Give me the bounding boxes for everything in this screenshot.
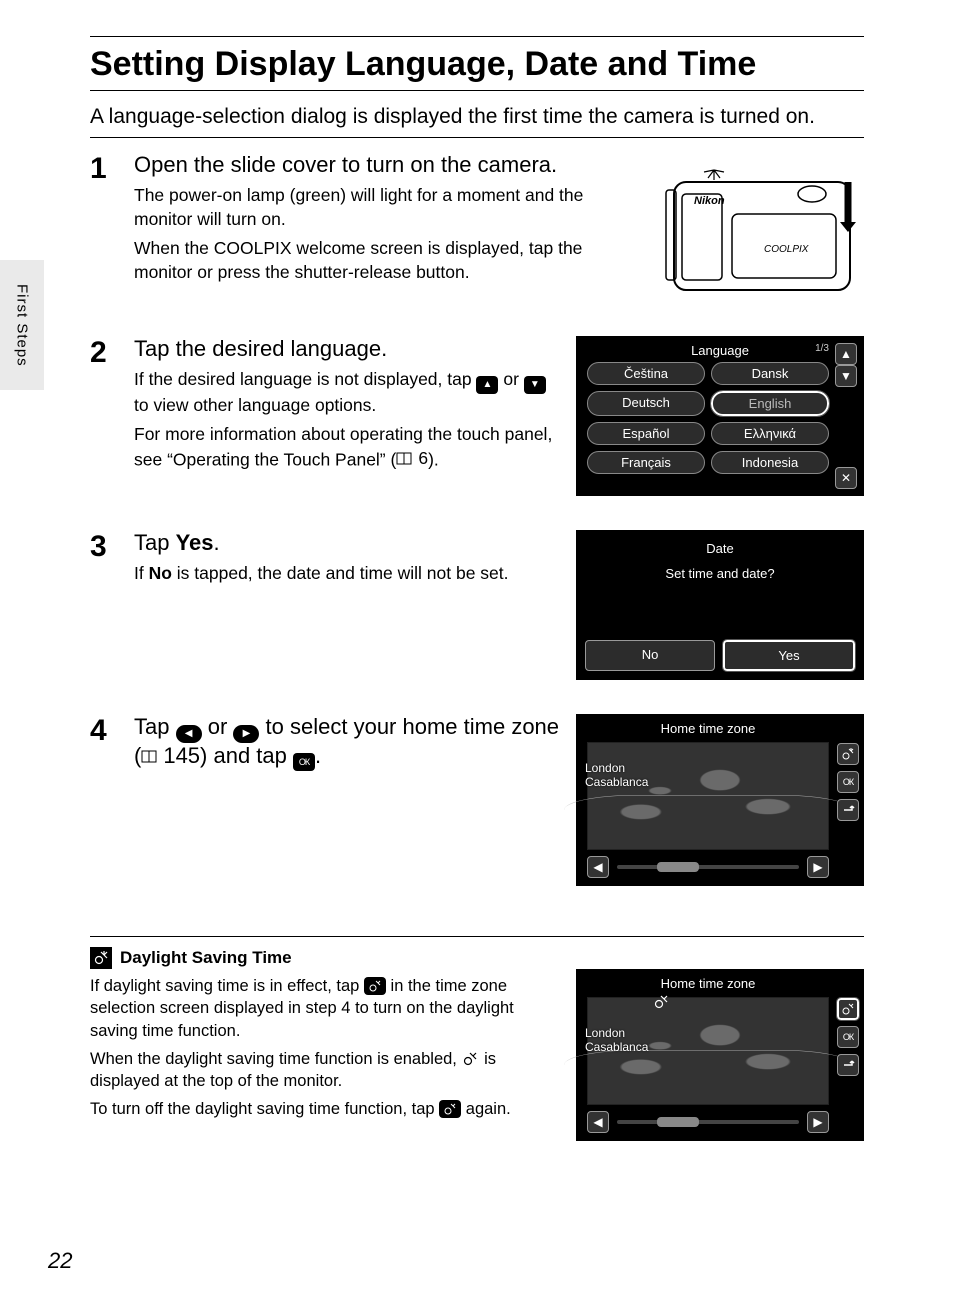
step-2-title: Tap the desired language.	[134, 336, 560, 362]
language-option[interactable]: Français	[587, 451, 705, 474]
timezone-slider-track[interactable]	[617, 865, 799, 869]
note-section: Daylight Saving Time If daylight saving …	[90, 936, 864, 1141]
manual-page: First Steps 22 Setting Display Language,…	[0, 0, 954, 1314]
page-number: 22	[48, 1248, 72, 1274]
language-option-selected[interactable]: English	[711, 391, 829, 416]
language-option[interactable]: Dansk	[711, 362, 829, 385]
date-screen: Date Set time and date? No Yes	[576, 530, 864, 680]
right-arrow-icon: ▶	[233, 725, 259, 743]
step-4-title: Tap ◀ or ▶ to select your home time zone…	[134, 714, 560, 771]
ok-button[interactable]: ОК	[837, 771, 859, 793]
step-4: 4 Tap ◀ or ▶ to select your home time zo…	[90, 700, 864, 906]
dst-icon	[439, 1100, 461, 1118]
camera-line-label: COOLPIX	[764, 244, 809, 255]
dst-toggle-button-active[interactable]	[837, 998, 859, 1020]
close-button[interactable]: ✕	[835, 467, 857, 489]
timezone-slider-track[interactable]	[617, 1120, 799, 1124]
step-1: 1 Open the slide cover to turn on the ca…	[90, 138, 864, 322]
note-p2: When the daylight saving time function i…	[90, 1048, 564, 1093]
step-1-p1: The power-on lamp (green) will light for…	[134, 184, 638, 231]
section-tab: First Steps	[0, 260, 44, 390]
step-3-title: Tap Yes.	[134, 530, 560, 556]
step-number: 1	[90, 152, 120, 184]
step-1-title: Open the slide cover to turn on the came…	[134, 152, 638, 178]
dst-enabled-icon	[461, 1050, 479, 1068]
world-map	[587, 742, 829, 850]
step-3-p1: If No is tapped, the date and time will …	[134, 562, 560, 586]
scroll-down-button[interactable]: ▼	[835, 365, 857, 387]
ok-button[interactable]: ОК	[837, 1026, 859, 1048]
language-page-indicator: 1/3	[815, 343, 829, 354]
ok-icon: ОК	[293, 753, 315, 771]
left-arrow-icon: ◀	[176, 725, 202, 743]
dst-icon	[364, 977, 386, 995]
timezone-screen: Home time zone London Casablanca ◀ ▶	[576, 714, 864, 886]
timezone-left-button[interactable]: ◀	[587, 856, 609, 878]
up-arrow-icon: ▲	[476, 376, 498, 394]
step-number: 3	[90, 530, 120, 562]
timezone-right-button[interactable]: ▶	[807, 856, 829, 878]
timezone-screen-title: Home time zone	[587, 976, 829, 991]
page-title: Setting Display Language, Date and Time	[90, 45, 864, 84]
camera-brand: Nikon	[694, 195, 725, 207]
section-tab-label: First Steps	[14, 284, 31, 367]
note-heading: Daylight Saving Time	[90, 947, 864, 969]
dst-note-icon	[90, 947, 112, 969]
top-rule	[90, 36, 864, 37]
note-p3: To turn off the daylight saving time fun…	[90, 1098, 564, 1120]
language-screen: Language 1/3 Čeština Dansk Deutsch Engli…	[576, 336, 864, 496]
back-button[interactable]	[837, 1054, 859, 1076]
timezone-left-button[interactable]: ◀	[587, 1111, 609, 1133]
camera-illustration: Nikon COOLPIX	[654, 152, 864, 302]
step-3: 3 Tap Yes. If No is tapped, the date and…	[90, 516, 864, 700]
step-2: 2 Tap the desired language. If the desir…	[90, 322, 864, 516]
language-option[interactable]: Ελληνικά	[711, 422, 829, 445]
language-option[interactable]: Deutsch	[587, 391, 705, 416]
language-screen-title: Language	[691, 343, 749, 358]
intro-text: A language-selection dialog is displayed…	[90, 105, 864, 129]
language-option[interactable]: Español	[587, 422, 705, 445]
step-number: 4	[90, 714, 120, 746]
step-2-p1: If the desired language is not displayed…	[134, 368, 560, 417]
dst-indicator-icon	[653, 994, 669, 1010]
step-2-p2: For more information about operating the…	[134, 423, 560, 472]
timezone-screen-title: Home time zone	[587, 721, 829, 736]
down-arrow-icon: ▼	[524, 376, 546, 394]
no-button[interactable]: No	[585, 640, 715, 671]
page-reference-icon: 6	[396, 447, 428, 471]
language-grid: Čeština Dansk Deutsch English Español Ελ…	[577, 362, 863, 482]
scroll-up-button[interactable]: ▲	[835, 343, 857, 365]
timezone-location: London Casablanca	[585, 1026, 648, 1055]
timezone-right-button[interactable]: ▶	[807, 1111, 829, 1133]
date-screen-question: Set time and date?	[585, 566, 855, 581]
yes-button[interactable]: Yes	[723, 640, 855, 671]
page-reference-icon: 145	[141, 743, 200, 769]
dst-toggle-button[interactable]	[837, 743, 859, 765]
timezone-screen-dst: Home time zone London Casablanca ◀ ▶	[576, 969, 864, 1141]
title-underline	[90, 90, 864, 91]
note-p1: If daylight saving time is in effect, ta…	[90, 975, 564, 1042]
step-1-p2: When the COOLPIX welcome screen is displ…	[134, 237, 638, 284]
language-option[interactable]: Čeština	[587, 362, 705, 385]
date-screen-title: Date	[585, 541, 855, 556]
timezone-location: London Casablanca	[585, 761, 648, 790]
back-button[interactable]	[837, 799, 859, 821]
step-number: 2	[90, 336, 120, 368]
language-option[interactable]: Indonesia	[711, 451, 829, 474]
